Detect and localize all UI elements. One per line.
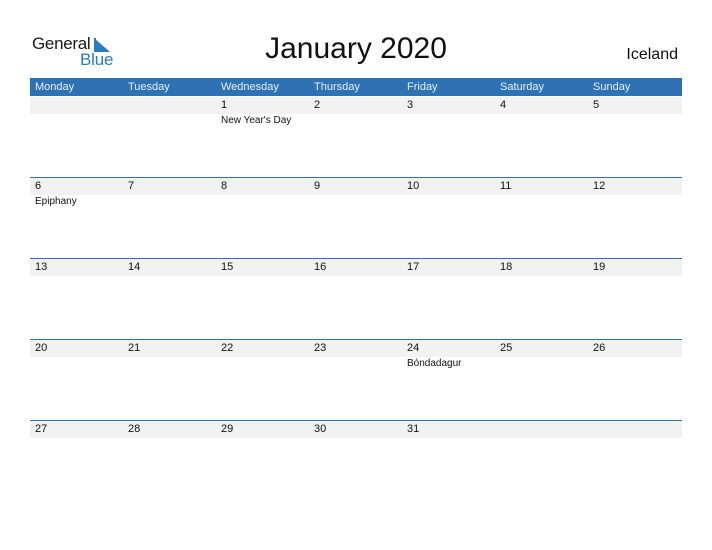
day-number: 31 [407,423,420,435]
week-row: 27 28 29 30 31 [30,420,682,502]
day-cell: 29 [216,421,309,502]
day-number: 11 [500,180,512,192]
day-number: 6 [35,180,42,192]
day-number: 27 [35,423,48,435]
day-cell: 26 [588,340,681,421]
day-number: 28 [128,423,141,435]
day-number: 19 [593,261,606,273]
day-cell: 27 [30,421,123,502]
day-cell: 21 [123,340,216,421]
day-cell: 23 [309,340,402,421]
day-number: 9 [314,180,321,192]
day-number: 24 [407,342,420,354]
day-cell: 7 [123,178,216,259]
week-row: 1 New Year's Day 2 3 4 5 [30,97,682,178]
week-row: 13 14 15 16 17 18 19 [30,258,682,340]
day-number: 7 [128,180,135,192]
weekday-saturday: Saturday [500,81,545,93]
weekday-tuesday: Tuesday [128,81,170,93]
day-number: 20 [35,342,48,354]
day-cell: 24 Bóndadagur [402,340,495,421]
weekday-thursday: Thursday [314,81,360,93]
day-cell: 2 [309,97,402,178]
day-number: 17 [407,261,420,273]
day-number: 10 [407,180,420,192]
holiday-label: Epiphany [35,196,77,207]
day-cell: 8 [216,178,309,259]
weekday-monday: Monday [35,81,75,93]
day-cell: 17 [402,259,495,340]
day-cell: 13 [30,259,123,340]
weekday-sunday: Sunday [593,81,631,93]
day-cell: 25 [495,340,588,421]
day-cell [123,97,216,178]
day-number: 3 [407,99,414,111]
day-number: 23 [314,342,327,354]
day-number: 4 [500,99,507,111]
day-number: 16 [314,261,327,273]
day-number: 22 [221,342,234,354]
day-cell: 22 [216,340,309,421]
day-number: 15 [221,261,234,273]
calendar-title: January 2020 [265,32,447,65]
day-cell: 1 New Year's Day [216,97,309,178]
day-number: 14 [128,261,141,273]
day-cell [588,421,681,502]
day-number: 25 [500,342,513,354]
day-cell: 15 [216,259,309,340]
holiday-label: New Year's Day [221,115,292,126]
day-number: 21 [128,342,141,354]
weekday-header: Monday Tuesday Wednesday Thursday Friday Satu… [30,78,682,96]
day-cell: 19 [588,259,681,340]
day-number: 1 [221,99,228,111]
day-number: 5 [593,99,600,111]
day-number: 29 [221,423,234,435]
day-cell: 31 [402,421,495,502]
day-number: 8 [221,180,228,192]
day-number: 26 [593,342,606,354]
day-cell: 14 [123,259,216,340]
weekday-wednesday: Wednesday [221,81,279,93]
day-cell: 4 [495,97,588,178]
day-cell: 5 [588,97,681,178]
country-label: Iceland [626,46,678,63]
day-cell: 6 Epiphany [30,178,123,259]
day-number: 18 [500,261,513,273]
day-cell: 10 [402,178,495,259]
day-cell [30,97,123,178]
weekday-friday: Friday [407,81,438,93]
day-cell [495,421,588,502]
day-cell: 20 [30,340,123,421]
day-cell: 9 [309,178,402,259]
day-cell: 16 [309,259,402,340]
day-cell: 30 [309,421,402,502]
day-cell: 3 [402,97,495,178]
day-number: 30 [314,423,327,435]
holiday-label: Bóndadagur [407,358,462,369]
day-cell: 11 [495,178,588,259]
week-row: 6 Epiphany 7 8 9 10 11 12 [30,177,682,259]
day-cell: 18 [495,259,588,340]
day-cell: 28 [123,421,216,502]
week-row: 20 21 22 23 24 Bóndadagur 25 26 [30,339,682,421]
day-cell: 12 [588,178,681,259]
day-number: 13 [35,261,48,273]
day-number: 2 [314,99,321,111]
day-number: 12 [593,180,606,192]
